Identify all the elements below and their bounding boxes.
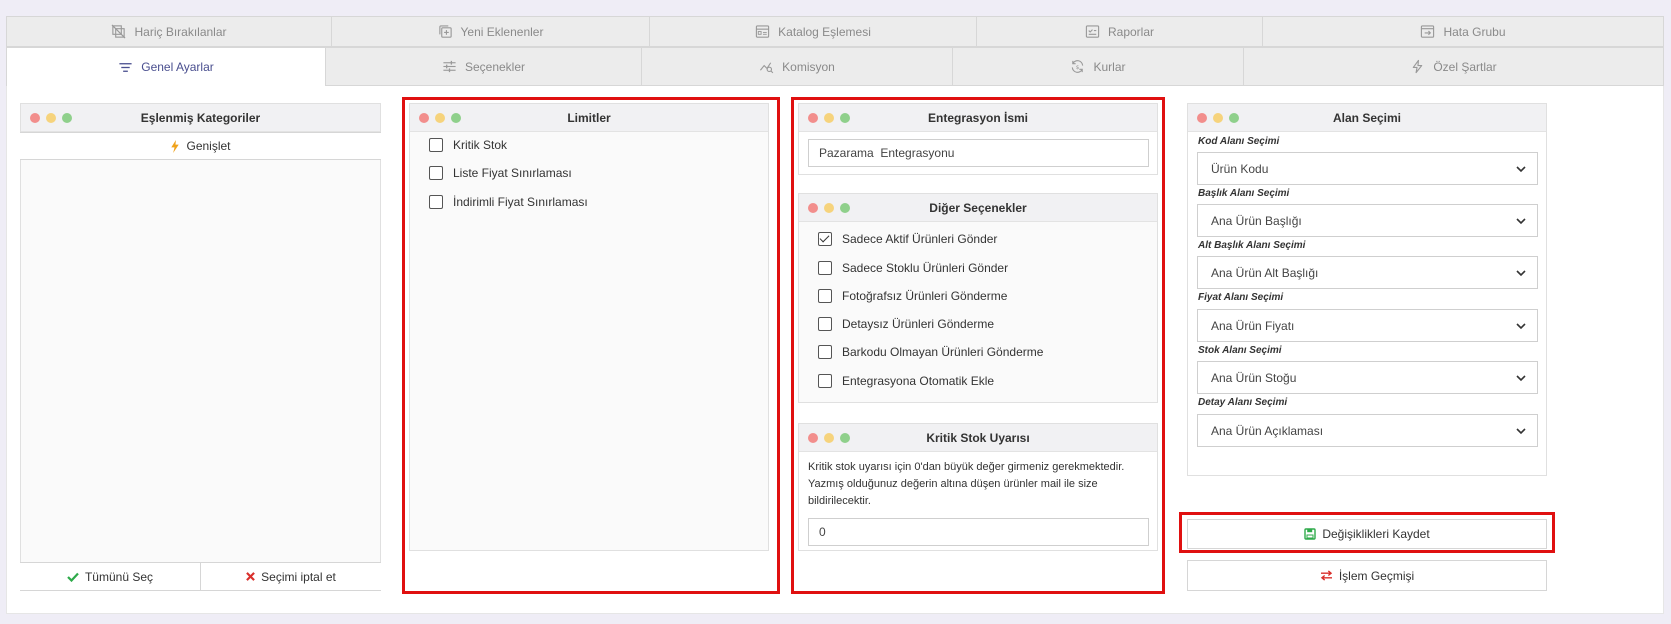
field-label: Detay Alanı Seçimi: [1198, 397, 1288, 408]
window-dots: [1197, 113, 1239, 123]
deselect-button[interactable]: Seçimi iptal et: [200, 562, 381, 591]
select-value: Ana Ürün Fiyatı: [1211, 318, 1295, 333]
chevron-down-icon: [1516, 428, 1526, 435]
tab-hata-grubu[interactable]: Hata Grubu: [1263, 16, 1664, 47]
tab-label: Katalog Eşlemesi: [778, 24, 871, 39]
tab-katalog-eslemesi[interactable]: Katalog Eşlemesi: [650, 16, 977, 47]
expand-button[interactable]: Genişlet: [20, 132, 381, 160]
chevron-down-icon: [1516, 375, 1526, 382]
highlight-save: [1179, 512, 1555, 553]
title-field-select[interactable]: Ana Ürün Başlığı: [1197, 204, 1538, 237]
filter-lines-icon: [119, 62, 132, 72]
select-value: Ana Ürün Açıklaması: [1211, 423, 1324, 438]
tab-secenekler[interactable]: Seçenekler: [326, 47, 642, 86]
tab-label: Yeni Eklenenler: [460, 24, 544, 39]
app-frame: Hariç Bırakılanlar Yeni Eklenenler Katal…: [0, 0, 1671, 624]
tab-genel-ayarlar[interactable]: Genel Ayarlar: [6, 47, 326, 86]
svg-text:$: $: [1076, 65, 1080, 71]
reports-icon: [1085, 25, 1100, 38]
highlight-integration: [791, 97, 1165, 594]
catalog-icon: [755, 25, 770, 38]
panel-header: Eşlenmiş Kategoriler: [21, 104, 380, 132]
chevron-down-icon: [1516, 218, 1526, 225]
sliders-icon: [443, 60, 456, 73]
category-tree: [21, 160, 380, 564]
select-all-button[interactable]: Tümünü Seç: [20, 562, 201, 591]
subtitle-field-select[interactable]: Ana Ürün Alt Başlığı: [1197, 256, 1538, 289]
select-value: Ana Ürün Stoğu: [1211, 370, 1297, 385]
chevron-down-icon: [1516, 270, 1526, 277]
refresh-currency-icon: $: [1072, 60, 1084, 73]
tab-kurlar[interactable]: $ Kurlar: [953, 47, 1244, 86]
field-selection-panel: Alan Seçimi Kod Alanı Seçimi Ürün Kodu B…: [1187, 103, 1547, 476]
chart-search-icon: [760, 62, 774, 74]
tab-haric-birakilanlar[interactable]: Hariç Bırakılanlar: [6, 16, 332, 47]
expand-label: Genişlet: [186, 139, 231, 153]
swap-arrows-icon: [1320, 570, 1332, 581]
stock-field-select[interactable]: Ana Ürün Stoğu: [1197, 361, 1538, 394]
mapped-categories-panel: Eşlenmiş Kategoriler Genişlet Tümünü Seç…: [20, 103, 381, 591]
field-label: Kod Alanı Seçimi: [1198, 136, 1280, 147]
history-label: İşlem Geçmişi: [1338, 568, 1415, 583]
detail-field-select[interactable]: Ana Ürün Açıklaması: [1197, 414, 1538, 447]
field-label: Fiyat Alanı Seçimi: [1198, 292, 1284, 303]
history-button[interactable]: İşlem Geçmişi: [1187, 560, 1547, 591]
tab-raporlar[interactable]: Raporlar: [977, 16, 1263, 47]
tab-komisyon[interactable]: Komisyon: [642, 47, 953, 86]
highlight-limits: [402, 97, 780, 594]
bolt-icon: [171, 139, 180, 153]
tab-ozel-sartlar[interactable]: Özel Şartlar: [1244, 47, 1664, 86]
tab-label: Seçenekler: [464, 59, 526, 74]
tab-row-bottom: Genel Ayarlar Seçenekler Komisyon $ Kurl…: [6, 47, 1664, 86]
select-value: Ürün Kodu: [1211, 161, 1269, 176]
tab-label: Komisyon: [782, 59, 835, 74]
close-icon: [246, 572, 256, 581]
select-value: Ana Ürün Alt Başlığı: [1211, 265, 1319, 280]
tab-row-top: Hariç Bırakılanlar Yeni Eklenenler Katal…: [6, 16, 1664, 47]
code-field-select[interactable]: Ürün Kodu: [1197, 152, 1538, 185]
field-label: Stok Alanı Seçimi: [1198, 345, 1282, 356]
tab-label: Raporlar: [1107, 24, 1155, 39]
check-icon: [67, 572, 79, 582]
select-value: Ana Ürün Başlığı: [1211, 213, 1302, 228]
tab-label: Kurlar: [1093, 59, 1126, 74]
chevron-down-icon: [1516, 166, 1526, 173]
field-label: Alt Başlık Alanı Seçimi: [1198, 240, 1306, 251]
panel-title: Eşlenmiş Kategoriler: [140, 110, 261, 125]
new-items-icon: [438, 25, 452, 38]
panel-header: Alan Seçimi: [1188, 104, 1546, 132]
tab-label: Genel Ayarlar: [141, 60, 214, 74]
tab-label: Hata Grubu: [1443, 24, 1506, 39]
tab-yeni-eklenenler[interactable]: Yeni Eklenenler: [332, 16, 650, 47]
chevron-down-icon: [1516, 323, 1526, 330]
deselect-label: Seçimi iptal et: [261, 569, 336, 584]
tab-label: Özel Şartlar: [1433, 59, 1497, 74]
price-field-select[interactable]: Ana Ürün Fiyatı: [1197, 309, 1538, 342]
error-group-icon: [1421, 25, 1435, 38]
window-dots: [30, 113, 72, 123]
tab-label: Hariç Bırakılanlar: [134, 24, 227, 39]
tab-bar: Hariç Bırakılanlar Yeni Eklenenler Katal…: [6, 16, 1664, 86]
excluded-icon: [112, 24, 126, 39]
field-label: Başlık Alanı Seçimi: [1198, 188, 1290, 199]
bolt-icon: [1413, 59, 1423, 74]
select-all-label: Tümünü Seç: [84, 569, 154, 584]
panel-title: Alan Seçimi: [1332, 110, 1402, 125]
